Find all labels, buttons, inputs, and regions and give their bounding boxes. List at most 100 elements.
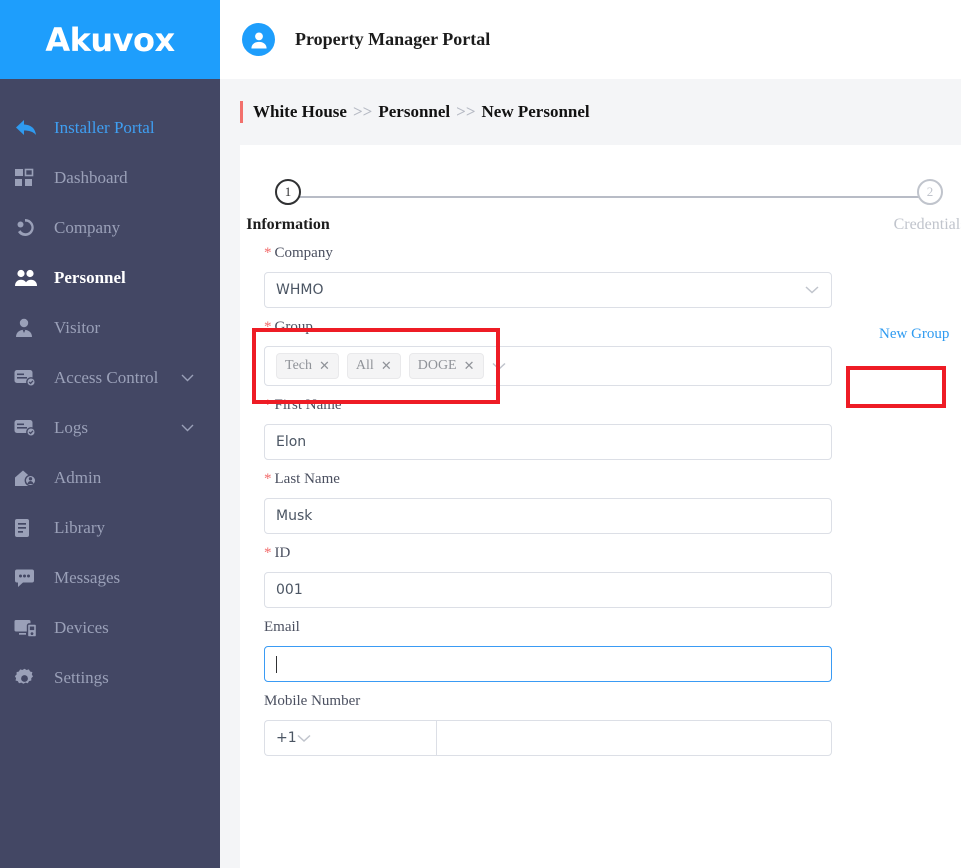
sidebar-item-label: Library: [54, 518, 105, 537]
label-mobile-number: Mobile Number: [264, 693, 961, 713]
sidebar-item-installer-portal[interactable]: Installer Portal: [0, 103, 220, 153]
group-tag[interactable]: Tech ✕: [276, 353, 339, 379]
id-input[interactable]: 001: [264, 572, 832, 608]
last-name-input[interactable]: Musk: [264, 498, 832, 534]
country-code-select[interactable]: +1: [264, 720, 436, 756]
visitor-person-icon: [14, 318, 48, 338]
breadcrumb-separator: >>: [456, 102, 476, 121]
sidebar-item-settings[interactable]: Settings: [0, 653, 220, 703]
field-company: * Company WHMO: [264, 245, 961, 308]
mobile-number-row: +1: [264, 720, 832, 756]
field-email: Email: [264, 619, 961, 682]
sidebar-item-admin[interactable]: Admin: [0, 453, 220, 503]
sidebar-item-access-control[interactable]: Access Control: [0, 353, 220, 403]
chevron-down-icon: [181, 374, 194, 383]
breadcrumb-item-new-personnel: New Personnel: [481, 102, 590, 121]
sidebar-item-dashboard[interactable]: Dashboard: [0, 153, 220, 203]
group-multiselect[interactable]: Tech ✕ All ✕ DOGE ✕: [264, 346, 832, 386]
user-avatar-icon[interactable]: [242, 23, 275, 56]
label-id: * ID: [264, 545, 961, 565]
close-x-icon[interactable]: ✕: [381, 358, 392, 374]
content-card: 1 Information 2 Credentials * Company WHM…: [240, 145, 961, 868]
dashboard-grid-icon: [14, 168, 48, 188]
required-marker: *: [264, 545, 272, 561]
label-text: Company: [274, 245, 333, 261]
company-select[interactable]: WHMO: [264, 272, 832, 308]
label-group: * Group: [264, 319, 961, 339]
label-text: ID: [274, 545, 291, 561]
country-code-value: +1: [276, 730, 297, 746]
field-mobile-number: Mobile Number +1: [264, 693, 961, 756]
breadcrumb-item-personnel[interactable]: Personnel: [378, 102, 450, 122]
sidebar-item-label: Installer Portal: [54, 118, 155, 137]
last-name-value: Musk: [276, 508, 313, 524]
akuvox-logo: Akuvox: [45, 20, 175, 59]
close-x-icon[interactable]: ✕: [319, 358, 330, 374]
chevron-down-icon: [805, 286, 819, 295]
sidebar-item-personnel[interactable]: Personnel: [0, 253, 220, 303]
breadcrumb-item-white-house[interactable]: White House: [253, 102, 347, 122]
company-selected-value: WHMO: [276, 282, 324, 298]
label-text: Group: [274, 319, 313, 335]
label-company: * Company: [264, 245, 961, 265]
access-card-icon: [14, 369, 48, 387]
devices-monitor-icon: [14, 619, 48, 638]
sidebar-item-label: Access Control: [54, 368, 159, 387]
id-value: 001: [276, 582, 303, 598]
settings-gear-icon: [14, 668, 48, 689]
label-text: Last Name: [274, 471, 340, 487]
sidebar-item-label: Devices: [54, 618, 109, 637]
required-marker: *: [264, 319, 272, 335]
stepper-number-1: 1: [275, 179, 301, 205]
sidebar-item-label: Logs: [54, 418, 88, 437]
main-area: Property Manager Portal White House >> P…: [220, 0, 961, 868]
mobile-number-input[interactable]: [436, 720, 832, 756]
new-group-link[interactable]: New Group: [879, 326, 949, 343]
email-input[interactable]: [264, 646, 832, 682]
label-text: Email: [264, 619, 300, 635]
chevron-down-icon: [492, 362, 506, 371]
sidebar-item-label: Company: [54, 218, 121, 237]
group-tag-label: Tech: [285, 358, 313, 373]
first-name-input[interactable]: Elon: [264, 424, 832, 460]
field-group: * Group Tech ✕ All ✕ DOGE ✕ New Group: [264, 319, 961, 386]
messages-bubble-icon: [14, 569, 48, 588]
label-first-name: * First Name: [264, 397, 961, 417]
field-first-name: * First Name Elon: [264, 397, 961, 460]
personnel-people-icon: [14, 268, 48, 288]
stepper-number-2: 2: [917, 179, 943, 205]
new-personnel-form: * Company WHMO * Group Tech ✕ All ✕ DOGE…: [240, 243, 961, 756]
app-root: Akuvox Installer Portal Dashboard Compan: [0, 0, 961, 868]
label-text: First Name: [274, 397, 342, 413]
wizard-stepper: 1 Information 2 Credentials: [246, 179, 961, 243]
sidebar-item-messages[interactable]: Messages: [0, 553, 220, 603]
sidebar-item-library[interactable]: Library: [0, 503, 220, 553]
sidebar-item-label: Settings: [54, 668, 109, 687]
group-tag[interactable]: DOGE ✕: [408, 353, 484, 379]
brand-logo-bar: Akuvox: [0, 0, 220, 79]
group-tag-label: All: [355, 358, 374, 373]
required-marker: *: [264, 471, 272, 487]
breadcrumb: White House >> Personnel >> New Personne…: [253, 102, 590, 122]
sidebar-item-label: Personnel: [54, 268, 126, 287]
stepper-step-information[interactable]: 1 Information: [240, 179, 348, 234]
field-last-name: * Last Name Musk: [264, 471, 961, 534]
first-name-value: Elon: [276, 434, 307, 450]
breadcrumb-accent-bar: [240, 101, 243, 123]
admin-house-icon: [14, 469, 48, 488]
sidebar-item-devices[interactable]: Devices: [0, 603, 220, 653]
sidebar: Akuvox Installer Portal Dashboard Compan: [0, 0, 220, 868]
close-x-icon[interactable]: ✕: [464, 358, 475, 374]
page-title: Property Manager Portal: [295, 29, 491, 49]
top-header-bar: Property Manager Portal: [220, 0, 961, 79]
label-text: Mobile Number: [264, 693, 361, 709]
sidebar-item-company[interactable]: Company: [0, 203, 220, 253]
stepper-step-credentials[interactable]: 2 Credentials: [870, 179, 961, 234]
chevron-down-icon: [297, 734, 311, 743]
required-marker: *: [264, 397, 272, 413]
sidebar-item-logs[interactable]: Logs: [0, 403, 220, 453]
chevron-down-icon: [181, 424, 194, 433]
sidebar-item-visitor[interactable]: Visitor: [0, 303, 220, 353]
group-tag[interactable]: All ✕: [346, 353, 401, 379]
group-tag-label: DOGE: [417, 358, 457, 373]
